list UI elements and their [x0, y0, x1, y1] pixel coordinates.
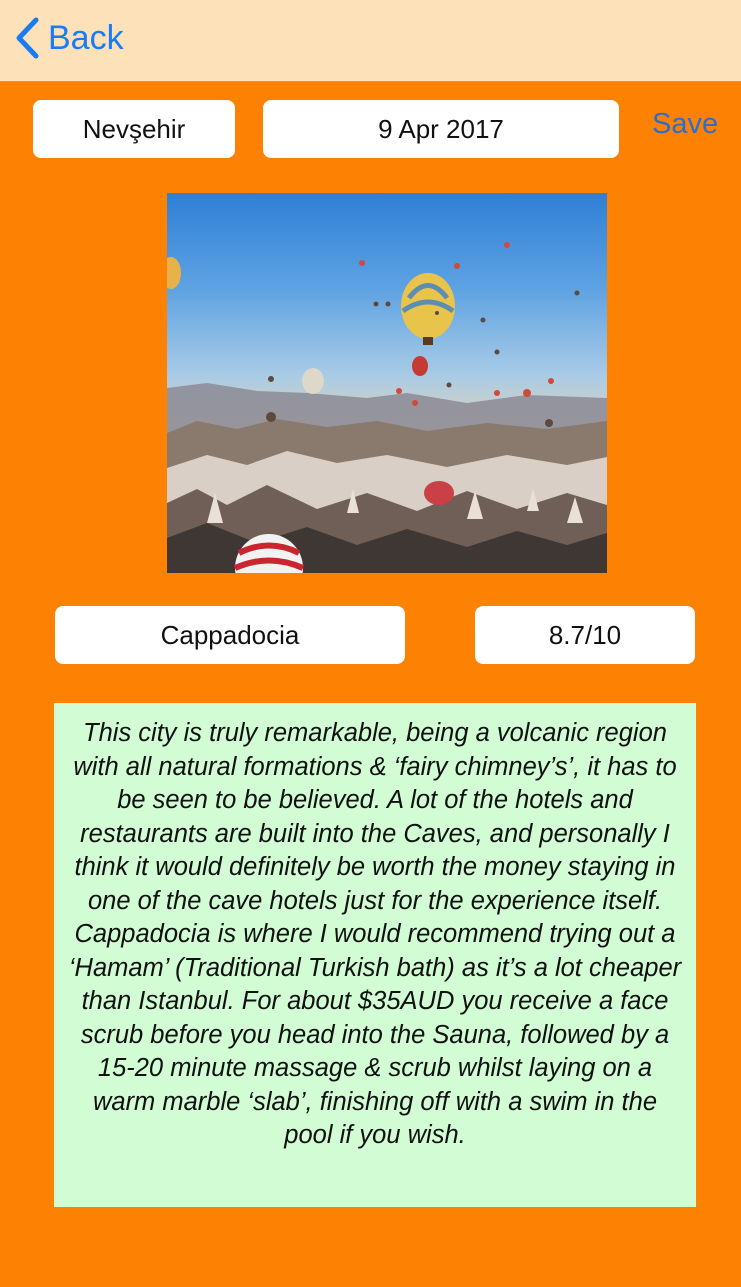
navigation-bar: Back — [0, 0, 741, 82]
place-field[interactable]: Cappadocia — [55, 606, 405, 664]
chevron-left-icon — [16, 17, 39, 59]
date-field[interactable]: 9 Apr 2017 — [263, 100, 619, 158]
back-button[interactable]: Back — [14, 14, 124, 62]
description-text[interactable]: This city is truly remarkable, being a v… — [54, 703, 696, 1207]
save-button[interactable]: Save — [652, 108, 718, 141]
rating-field[interactable]: 8.7/10 — [475, 606, 695, 664]
destination-photo — [167, 193, 607, 573]
back-button-label: Back — [48, 18, 124, 57]
city-field[interactable]: Nevşehir — [33, 100, 235, 158]
